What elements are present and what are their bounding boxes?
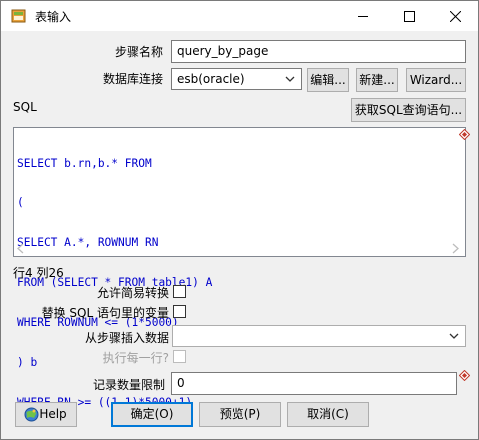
chevron-down-icon: [285, 76, 295, 82]
get-sql-button[interactable]: 获取SQL查询语句...: [351, 98, 466, 122]
new-connection-button[interactable]: 新建...: [356, 68, 398, 92]
table-input-icon: [11, 9, 26, 23]
step-name-input[interactable]: query_by_page: [171, 40, 466, 63]
limit-input[interactable]: 0: [171, 372, 457, 395]
insert-from-step-select[interactable]: [172, 325, 466, 347]
title-bar: 表输入: [1, 1, 478, 31]
limit-label: 记录数量限制: [92, 378, 165, 392]
replace-vars-label: 替换 SQL 语句里的变量: [41, 306, 169, 320]
replace-vars-checkbox[interactable]: [173, 305, 186, 318]
chevron-down-icon: [449, 333, 459, 339]
sql-editor[interactable]: SELECT b.rn,b.* FROM ( SELECT A.*, ROWNU…: [13, 127, 466, 409]
sql-line: (: [17, 196, 24, 210]
preview-button[interactable]: 预览(P): [199, 402, 281, 427]
sql-label: SQL: [13, 100, 37, 114]
minimize-button[interactable]: [340, 1, 386, 31]
cursor-position: 行4 列26: [13, 266, 64, 280]
db-connection-value: esb(oracle): [177, 72, 245, 86]
db-connection-label: 数据库连接: [102, 72, 163, 86]
execute-each-row-label: 执行每一行?: [102, 351, 169, 365]
close-icon: [449, 10, 461, 22]
variable-diamond-icon: [459, 129, 470, 140]
help-button[interactable]: Help: [15, 402, 77, 427]
close-button[interactable]: [432, 1, 478, 31]
db-connection-select[interactable]: esb(oracle): [171, 68, 302, 90]
ok-button[interactable]: 确定(O): [111, 402, 193, 427]
sql-line: SELECT A.*, ROWNUM RN: [17, 236, 159, 250]
variable-diamond-icon: [459, 370, 470, 381]
lazy-conversion-checkbox[interactable]: [173, 285, 186, 298]
cancel-button[interactable]: 取消(C): [287, 402, 369, 427]
dialog-window: 表输入 步骤名称 query_by_page 数据库连接 esb(oracle)…: [0, 0, 479, 440]
help-icon: [24, 407, 39, 422]
edit-connection-button[interactable]: 编辑...: [307, 68, 349, 92]
wizard-button[interactable]: Wizard...: [406, 68, 466, 92]
scroll-right-icon[interactable]: [448, 241, 462, 256]
maximize-button[interactable]: [386, 1, 432, 31]
execute-each-row-checkbox: [173, 350, 186, 363]
minimize-icon: [357, 15, 368, 17]
scroll-left-icon[interactable]: [14, 241, 28, 256]
maximize-icon: [403, 10, 415, 22]
help-label: Help: [39, 407, 67, 421]
step-name-label: 步骤名称: [114, 45, 163, 59]
insert-from-step-label: 从步骤插入数据: [84, 331, 169, 345]
lazy-conversion-label: 允许简易转换: [96, 286, 169, 300]
window-title: 表输入: [35, 10, 72, 24]
sql-line: SELECT b.rn,b.* FROM: [17, 156, 152, 170]
